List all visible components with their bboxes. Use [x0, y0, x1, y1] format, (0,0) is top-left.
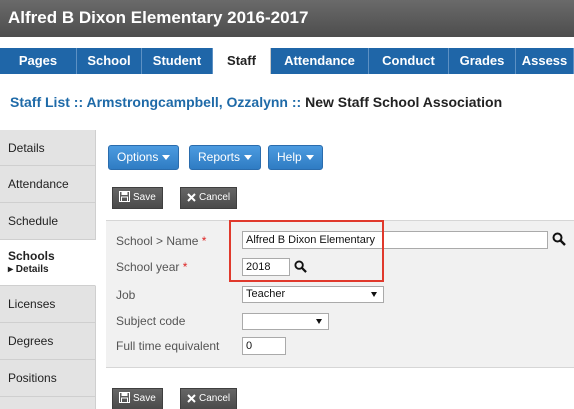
- chevron-down-icon: [305, 155, 314, 161]
- reports-menu-button[interactable]: Reports: [189, 145, 262, 170]
- chevron-down-icon: [316, 319, 322, 324]
- breadcrumb-separator: ::: [287, 94, 306, 110]
- save-button-label: Save: [133, 192, 156, 203]
- breadcrumb-staff-list[interactable]: Staff List: [10, 94, 70, 110]
- side-navigation: Details Attendance Schedule Schools ▸ De…: [0, 130, 96, 409]
- cancel-button[interactable]: Cancel: [180, 187, 238, 209]
- full-time-equivalent-field[interactable]: 0: [242, 337, 286, 355]
- cancel-button-label: Cancel: [199, 393, 231, 404]
- sidebar-item-positions[interactable]: Positions: [0, 360, 96, 397]
- school-name-label: School > Name *: [116, 234, 207, 248]
- tab-attendance[interactable]: Attendance: [271, 48, 369, 74]
- tab-conduct[interactable]: Conduct: [369, 48, 449, 74]
- chevron-down-icon: [371, 292, 377, 297]
- tab-assess[interactable]: Assess: [516, 48, 574, 74]
- job-select[interactable]: Teacher: [242, 286, 384, 303]
- x-icon: [187, 193, 196, 202]
- job-selected-value: Teacher: [246, 288, 286, 300]
- breadcrumb: Staff List :: Armstrongcampbell, Ozzalyn…: [10, 94, 502, 110]
- floppy-disk-icon: [119, 392, 130, 403]
- sidebar-item-schedule[interactable]: Schedule: [0, 203, 96, 240]
- job-label: Job: [116, 288, 136, 302]
- floppy-disk-icon: [119, 191, 130, 202]
- sidebar-subitem-details[interactable]: ▸ Details: [8, 264, 95, 275]
- tab-staff[interactable]: Staff: [213, 48, 271, 74]
- subject-code-label: Subject code: [116, 314, 186, 328]
- help-button-label: Help: [277, 150, 302, 164]
- breadcrumb-current-page: New Staff School Association: [305, 94, 503, 110]
- x-icon: [187, 394, 196, 403]
- sidebar-item-degrees[interactable]: Degrees: [0, 323, 96, 360]
- breadcrumb-staff-member[interactable]: Armstrongcampbell, Ozzalynn: [86, 94, 287, 110]
- sidebar-item-attendance[interactable]: Attendance: [0, 166, 96, 203]
- full-time-equivalent-label: Full time equivalent: [116, 339, 220, 353]
- save-button-bottom[interactable]: Save: [112, 388, 163, 409]
- save-button[interactable]: Save: [112, 187, 163, 209]
- reports-button-label: Reports: [198, 150, 241, 164]
- required-marker: *: [182, 260, 188, 274]
- window-title: Alfred B Dixon Elementary 2016-2017: [0, 0, 574, 37]
- breadcrumb-separator: ::: [69, 94, 87, 110]
- highlight-annotation-box: [229, 220, 384, 282]
- required-marker: *: [201, 234, 207, 248]
- school-year-label: School year *: [116, 260, 188, 274]
- cancel-button-label: Cancel: [199, 192, 231, 203]
- cancel-button-bottom[interactable]: Cancel: [180, 388, 238, 409]
- main-tab-bar: Pages School Student Staff Attendance Co…: [0, 48, 574, 74]
- save-button-label: Save: [133, 393, 156, 404]
- sidebar-item-licenses[interactable]: Licenses: [0, 286, 96, 323]
- tab-pages[interactable]: Pages: [0, 48, 77, 74]
- subject-code-select[interactable]: [242, 313, 329, 330]
- tab-school[interactable]: School: [77, 48, 142, 74]
- school-search-magnifier-icon[interactable]: [552, 232, 566, 246]
- app-window: Alfred B Dixon Elementary 2016-2017 Page…: [0, 0, 574, 409]
- sidebar-item-label: Schools: [8, 249, 55, 263]
- tab-grades[interactable]: Grades: [449, 48, 516, 74]
- help-menu-button[interactable]: Help: [268, 145, 323, 170]
- sidebar-item-details[interactable]: Details: [0, 130, 96, 166]
- chevron-down-icon: [162, 155, 171, 161]
- options-button-label: Options: [117, 150, 159, 164]
- sidebar-item-schools[interactable]: Schools ▸ Details: [0, 240, 96, 286]
- tab-student[interactable]: Student: [142, 48, 213, 74]
- chevron-down-icon: [244, 155, 253, 161]
- options-menu-button[interactable]: Options: [108, 145, 180, 170]
